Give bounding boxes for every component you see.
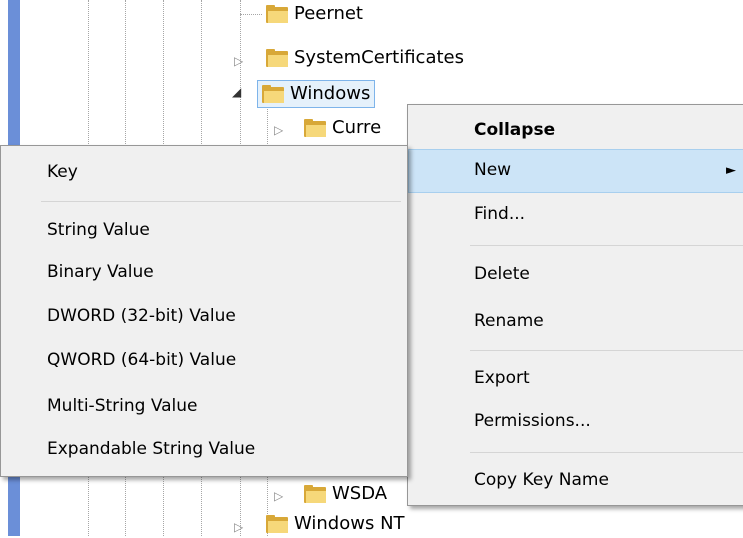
menu-item-key[interactable]: Key (47, 161, 78, 183)
menu-item-qword-value[interactable]: QWORD (64-bit) Value (47, 349, 236, 371)
folder-icon (304, 119, 326, 137)
tree-item-label: Curre (332, 117, 382, 138)
folder-icon (304, 485, 326, 503)
menu-item-delete[interactable]: Delete (474, 263, 530, 285)
tree-item-label: Windows NT (294, 513, 405, 534)
menu-item-dword-value[interactable]: DWORD (32-bit) Value (47, 305, 236, 327)
menu-item-binary-value[interactable]: Binary Value (47, 261, 154, 283)
expand-arrow-icon[interactable]: ▷ (234, 521, 243, 533)
menu-item-find[interactable]: Find... (474, 203, 525, 225)
menu-item-string-value[interactable]: String Value (47, 219, 150, 241)
tree-item-wsda[interactable]: WSDA (304, 480, 387, 508)
tree-item-windows-nt[interactable]: Windows NT (266, 510, 405, 538)
menu-item-copy-key-name[interactable]: Copy Key Name (474, 469, 609, 491)
tree-item-label: SystemCertificates (294, 47, 464, 68)
menu-item-permissions[interactable]: Permissions... (474, 410, 591, 432)
tree-item-peernet[interactable]: Peernet (266, 0, 363, 28)
tree-item-label: Windows (290, 83, 371, 104)
menu-item-export[interactable]: Export (474, 367, 530, 389)
tree-item-currentversion[interactable]: Curre (304, 114, 381, 142)
tree-item-systemcertificates[interactable]: SystemCertificates (266, 44, 464, 72)
menu-item-rename[interactable]: Rename (474, 310, 544, 332)
new-submenu: Key String Value Binary Value DWORD (32-… (0, 145, 408, 477)
menu-separator (470, 350, 743, 351)
folder-icon (262, 85, 284, 103)
menu-item-multi-string-value[interactable]: Multi-String Value (47, 395, 198, 417)
folder-icon (266, 5, 288, 23)
expand-arrow-icon[interactable]: ▷ (234, 55, 243, 67)
submenu-arrow-icon: ► (726, 163, 736, 178)
tree-item-label: Peernet (294, 3, 363, 24)
context-menu: Collapse New ► Find... Delete Rename Exp… (407, 104, 743, 506)
menu-separator (470, 245, 743, 246)
menu-separator (41, 201, 401, 202)
selected-tree-item[interactable]: Windows (257, 80, 376, 108)
menu-item-new-highlight[interactable] (408, 149, 743, 193)
expand-arrow-icon[interactable]: ▷ (274, 124, 283, 136)
menu-item-expandable-string-value[interactable]: Expandable String Value (47, 438, 255, 460)
menu-item-collapse[interactable]: Collapse (474, 119, 555, 141)
tree-item-label: WSDA (332, 483, 388, 504)
tree-guide-line (240, 14, 262, 15)
tree-item-windows[interactable]: Windows (257, 80, 376, 108)
folder-icon (266, 515, 288, 533)
expand-arrow-icon[interactable]: ▷ (274, 490, 283, 502)
menu-separator (470, 452, 743, 453)
menu-item-new[interactable]: New (474, 159, 511, 181)
folder-icon (266, 49, 288, 67)
collapse-arrow-icon[interactable]: ◢ (232, 86, 241, 98)
